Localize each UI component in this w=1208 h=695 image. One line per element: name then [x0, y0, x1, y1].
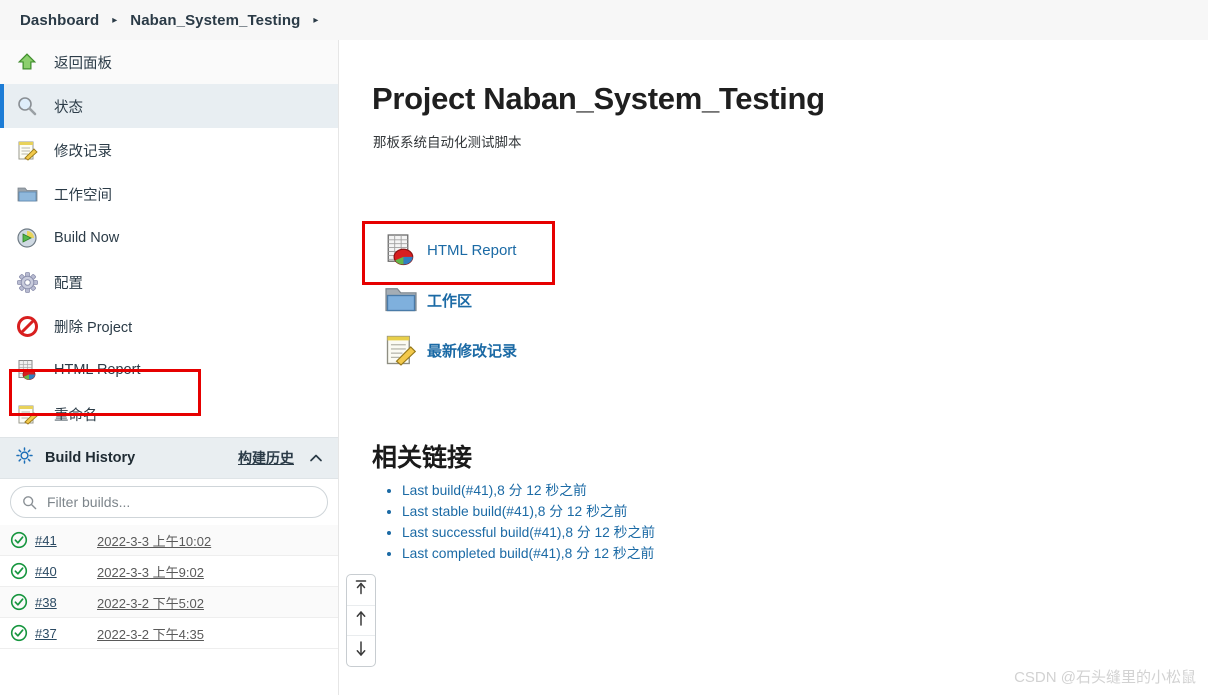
build-history-list: #41 2022-3-3 上午10:02 #40 2022-3-3 上午9:02… [0, 525, 338, 649]
action-links: HTML Report 工作区 最新修改记录 [363, 225, 517, 375]
breadcrumb-bar: Dashboard ▸ Naban_System_Testing ▸ [0, 0, 1208, 40]
status-success-icon [10, 562, 28, 580]
build-number[interactable]: #37 [35, 626, 97, 641]
build-history-icon [16, 447, 33, 469]
notepad-pencil-icon [381, 330, 421, 370]
sidebar-item-label: 工作空间 [54, 187, 112, 204]
build-date[interactable]: 2022-3-3 上午9:02 [97, 562, 204, 581]
build-number[interactable]: #38 [35, 595, 97, 610]
action-label[interactable]: 最新修改记录 [427, 340, 517, 361]
sidebar-item-label: 返回面板 [54, 55, 112, 72]
page-description: 那板系统自动化测试脚本 [373, 135, 522, 150]
build-row-38[interactable]: #38 2022-3-2 下午5:02 [0, 587, 338, 618]
build-row-40[interactable]: #40 2022-3-3 上午9:02 [0, 556, 338, 587]
status-success-icon [10, 624, 28, 642]
folder-icon [14, 181, 40, 207]
list-item[interactable]: Last successful build(#41),8 分 12 秒之前 [402, 522, 655, 543]
list-item[interactable]: Last build(#41),8 分 12 秒之前 [402, 480, 655, 501]
build-date[interactable]: 2022-3-2 下午5:02 [97, 593, 204, 612]
build-row-41[interactable]: #41 2022-3-3 上午10:02 [0, 525, 338, 556]
related-link-last-successful-build[interactable]: Last successful build(#41),8 分 12 秒之前 [402, 525, 655, 540]
related-link-last-stable-build[interactable]: Last stable build(#41),8 分 12 秒之前 [402, 504, 627, 519]
notepad-pencil-icon [14, 137, 40, 163]
folder-icon [381, 280, 421, 320]
arrow-up-to-bar-icon [353, 578, 369, 601]
gear-icon [14, 269, 40, 295]
breadcrumb-separator-icon: ▸ [112, 15, 118, 26]
page-title: Project Naban_System_Testing [372, 81, 825, 116]
build-number[interactable]: #41 [35, 533, 97, 548]
status-success-icon [10, 531, 28, 549]
sidebar-item-delete-project[interactable]: 删除 Project [0, 304, 338, 348]
html-report-icon [381, 230, 421, 270]
search-icon [22, 495, 37, 510]
sidebar-item-label: HTML Report [54, 362, 141, 378]
build-filter-container [0, 479, 338, 525]
search-input[interactable] [45, 493, 311, 511]
scroll-navigation [346, 574, 376, 667]
sidebar-item-changes[interactable]: 修改记录 [0, 128, 338, 172]
list-item[interactable]: Last completed build(#41),8 分 12 秒之前 [402, 543, 655, 564]
sidebar-item-build-now[interactable]: Build Now [0, 216, 338, 260]
sidebar-item-label: 状态 [54, 99, 83, 116]
arrow-up-icon [353, 609, 369, 632]
related-links-heading: 相关链接 [372, 444, 473, 472]
scroll-up-button[interactable] [347, 606, 375, 637]
sidebar-item-rename[interactable]: 重命名 [0, 392, 338, 436]
build-history-link[interactable]: 构建历史 [238, 448, 294, 468]
build-number[interactable]: #40 [35, 564, 97, 579]
status-success-icon [10, 593, 28, 611]
build-row-37[interactable]: #37 2022-3-2 下午4:35 [0, 618, 338, 649]
sidebar-item-label: 配置 [54, 275, 83, 292]
arrow-down-icon [353, 640, 369, 663]
action-workspace[interactable]: 工作区 [363, 275, 517, 325]
related-link-last-completed-build[interactable]: Last completed build(#41),8 分 12 秒之前 [402, 546, 654, 561]
action-label[interactable]: 工作区 [427, 290, 472, 311]
build-clock-icon [14, 225, 40, 251]
sidebar-item-label: 删除 Project [54, 319, 133, 336]
build-date[interactable]: 2022-3-3 上午10:02 [97, 531, 211, 550]
chevron-up-icon[interactable] [308, 450, 324, 466]
html-report-icon [14, 357, 40, 383]
action-html-report[interactable]: HTML Report [363, 225, 517, 275]
delete-forbidden-icon [14, 313, 40, 339]
watermark: CSDN @石头缝里的小松鼠 [1014, 669, 1196, 686]
sidebar-item-label: Build Now [54, 230, 120, 246]
green-up-arrow-icon [14, 49, 40, 75]
build-history-title: Build History [45, 450, 136, 466]
sidebar-item-back-to-dashboard[interactable]: 返回面板 [0, 40, 338, 84]
notepad-pencil-icon [14, 401, 40, 427]
sidebar-item-html-report[interactable]: HTML Report [0, 348, 338, 392]
build-filter[interactable] [10, 486, 328, 518]
related-link-last-build[interactable]: Last build(#41),8 分 12 秒之前 [402, 483, 587, 498]
sidebar-item-label: 修改记录 [54, 143, 112, 160]
breadcrumb-separator-icon-2[interactable]: ▸ [313, 16, 318, 26]
main-content: Project Naban_System_Testing 那板系统自动化测试脚本 [340, 40, 1208, 695]
scroll-down-button[interactable] [347, 636, 375, 666]
breadcrumb-project[interactable]: Naban_System_Testing [130, 12, 300, 29]
list-item[interactable]: Last stable build(#41),8 分 12 秒之前 [402, 501, 655, 522]
action-recent-changes[interactable]: 最新修改记录 [363, 325, 517, 375]
sidebar-item-label: 重命名 [54, 407, 98, 424]
scroll-to-top-button[interactable] [347, 575, 375, 606]
sidebar-item-workspace[interactable]: 工作空间 [0, 172, 338, 216]
build-date[interactable]: 2022-3-2 下午4:35 [97, 624, 204, 643]
sidebar-item-status[interactable]: 状态 [0, 84, 338, 128]
breadcrumb-dashboard[interactable]: Dashboard [20, 12, 99, 29]
sidebar-item-configure[interactable]: 配置 [0, 260, 338, 304]
action-label[interactable]: HTML Report [427, 242, 516, 259]
magnifier-icon [14, 93, 40, 119]
related-links-list: Last build(#41),8 分 12 秒之前 Last stable b… [372, 480, 655, 564]
build-history-header: Build History 构建历史 [0, 437, 338, 479]
